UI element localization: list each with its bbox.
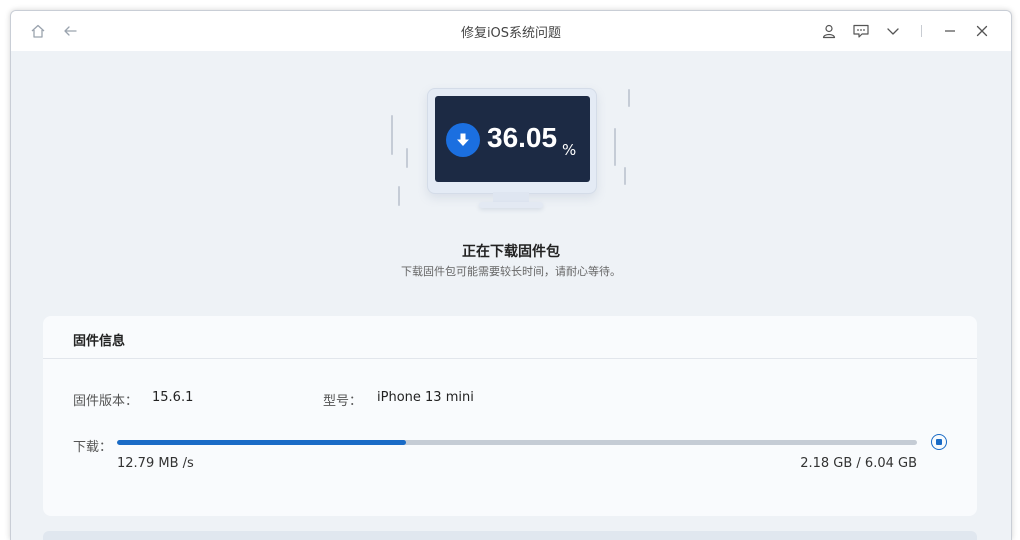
monitor-stand-neck [493, 192, 529, 202]
decorative-line [398, 186, 400, 206]
status-subtitle: 下载固件包可能需要较长时间，请耐心等待。 [401, 265, 621, 278]
titlebar-divider [921, 25, 922, 37]
monitor-illustration: 36.05 % [427, 88, 597, 220]
download-icon [446, 123, 480, 157]
firmware-version-value: 15.6.1 [152, 390, 194, 405]
monitor-stand-base [479, 202, 543, 208]
stop-icon [936, 439, 942, 445]
feedback-icon[interactable] [852, 22, 870, 40]
firmware-version-label: 固件版本： [73, 394, 139, 409]
download-progress-fill [117, 440, 406, 445]
section-title: 固件信息 [73, 334, 126, 349]
decorative-line [614, 128, 616, 166]
download-speed: 12.79 MB /s [117, 456, 194, 471]
download-progress-bar [117, 440, 917, 445]
status-title: 正在下载固件包 [462, 244, 560, 260]
download-size: 2.18 GB / 6.04 GB [800, 456, 917, 471]
monitor-screen: 36.05 % [435, 96, 590, 182]
download-status-area: 36.05 % 正在下载固件包 下载固件包可能需要较长时间，请耐心等待。 [11, 51, 1011, 311]
monitor-frame: 36.05 % [427, 88, 597, 194]
stop-download-button[interactable] [931, 434, 947, 450]
decorative-line [628, 89, 630, 107]
download-label: 下载： [73, 440, 113, 455]
model-value: iPhone 13 mini [377, 390, 474, 405]
model-label: 型号： [323, 394, 363, 409]
minimize-icon[interactable] [941, 22, 959, 40]
decorative-line [624, 167, 626, 185]
chevron-down-icon[interactable] [884, 22, 902, 40]
title-bar: 修复iOS系统问题 [11, 11, 1011, 51]
decorative-line [406, 148, 408, 168]
percent-sign: % [562, 141, 577, 159]
app-window: 修复iOS系统问题 36.05 % 正在下载固件包 下载固件包可能需要较长时间，… [10, 10, 1012, 540]
decorative-line [391, 115, 393, 155]
user-icon[interactable] [820, 22, 838, 40]
card-header: 固件信息 [43, 316, 977, 359]
firmware-info-card: 固件信息 固件版本： 15.6.1 型号： iPhone 13 mini 下载：… [43, 316, 977, 516]
close-icon[interactable] [973, 22, 991, 40]
download-percent: 36.05 [487, 122, 558, 153]
